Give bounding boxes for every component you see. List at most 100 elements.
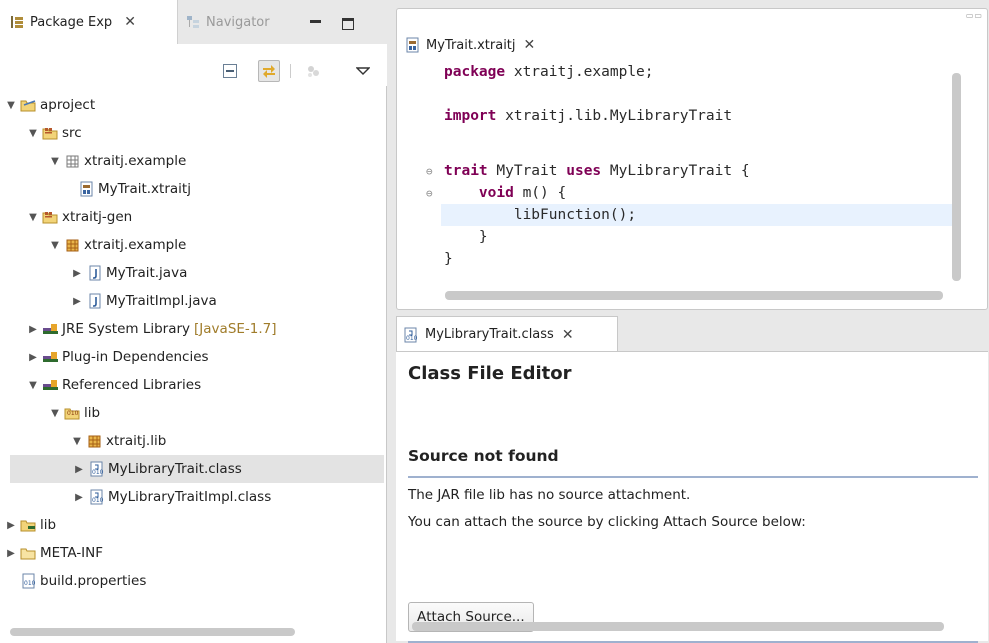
tree-item-xtraitj-gen[interactable]: ▼ xtraitj-gen <box>26 203 132 231</box>
folder-icon <box>20 517 37 533</box>
tree-item-package-xtraitj-lib[interactable]: ▼ xtraitj.lib <box>70 427 166 455</box>
collapsed-twisty-icon[interactable]: ▶ <box>72 492 86 503</box>
tree-item-label: lib <box>40 517 57 533</box>
minimize-icon[interactable] <box>310 18 322 30</box>
library-icon <box>42 349 59 365</box>
section-title: Source not found <box>408 447 559 465</box>
tree-item-mytrait-xtraitj[interactable]: MyTrait.xtraitj <box>76 175 191 203</box>
tree-item-label: lib <box>84 405 101 421</box>
package-icon <box>64 237 81 253</box>
svg-text:010: 010 <box>92 469 104 476</box>
tab-mytrait-xtraitj[interactable]: MyTrait.xtraitj ✕ <box>399 31 535 59</box>
expanded-twisty-icon[interactable]: ▼ <box>48 240 62 251</box>
xtraitj-editor: MyTrait.xtraitj ✕ ▭▭ package xtraitj.exa… <box>396 8 988 310</box>
collapsed-twisty-icon[interactable]: ▶ <box>70 296 84 307</box>
tree-item-label: src <box>62 125 82 141</box>
source-folder-icon <box>42 209 59 225</box>
tree-item-label: xtraitj.example <box>84 153 187 169</box>
collapsed-twisty-icon[interactable]: ▶ <box>70 268 84 279</box>
collapsed-twisty-icon[interactable]: ▶ <box>26 324 40 335</box>
class-file-editor-body: Class File Editor Source not found The J… <box>396 351 988 643</box>
tree-item-package-xtraitj-example-gen[interactable]: ▼ xtraitj.example <box>48 231 186 259</box>
code-line-8: } <box>397 226 957 248</box>
svg-text:010: 010 <box>406 335 418 342</box>
close-icon[interactable]: ✕ <box>524 37 536 53</box>
tree-item-build-properties[interactable]: 010 build.properties <box>18 567 146 595</box>
message-no-source: The JAR file lib has no source attachmen… <box>408 487 691 503</box>
expanded-twisty-icon[interactable]: ▼ <box>26 380 40 391</box>
expanded-twisty-icon[interactable]: ▼ <box>26 128 40 139</box>
horizontal-scrollbar[interactable] <box>10 628 295 636</box>
fold-collapse-icon[interactable]: ⊖ <box>426 187 433 200</box>
tree-item-aproject[interactable]: ▼ aproject <box>4 91 95 119</box>
svg-text:010: 010 <box>67 410 79 417</box>
current-line-highlight: libFunction(); <box>441 204 957 226</box>
code-text: xtraitj.lib.MyLibraryTrait <box>496 108 733 124</box>
code-line-5: ⊖ trait MyTrait uses MyLibraryTrait { <box>397 160 957 182</box>
tab-mylibrarytrait-class[interactable]: 010 MyLibraryTrait.class ✕ <box>396 316 618 352</box>
tree-item-label: JRE System Library <box>62 321 191 337</box>
code-text: m() { <box>513 185 567 201</box>
editor-minmax-icon[interactable]: ▭▭ <box>966 11 983 20</box>
code-text: MyTrait <box>487 163 567 179</box>
tree-item-package-xtraitj-example[interactable]: ▼ xtraitj.example <box>48 147 186 175</box>
project-icon <box>20 97 37 113</box>
toolbar-separator <box>290 64 291 78</box>
collapsed-twisty-icon[interactable]: ▶ <box>72 464 86 475</box>
keyword: void <box>478 185 514 201</box>
code-text: libFunction(); <box>444 207 637 223</box>
tab-package-explorer-label: Package Exp <box>30 14 113 30</box>
code-text: } <box>444 229 488 245</box>
close-icon[interactable]: ✕ <box>562 327 574 343</box>
tree-item-referenced-libraries[interactable]: ▼ Referenced Libraries <box>26 371 201 399</box>
collapsed-twisty-icon[interactable]: ▶ <box>4 548 18 559</box>
expanded-twisty-icon[interactable]: ▼ <box>48 156 62 167</box>
folder-icon <box>20 545 37 561</box>
tab-navigator[interactable]: Navigator <box>180 0 270 44</box>
tree-item-label: Referenced Libraries <box>62 377 202 393</box>
tree-item-label: Plug-in Dependencies <box>62 349 209 365</box>
tree-item-jre-system-library[interactable]: ▶ JRE System Library [JavaSE-1.7] <box>26 315 276 343</box>
expanded-twisty-icon[interactable]: ▼ <box>26 212 40 223</box>
editor-tab-label: MyTrait.xtraitj <box>426 37 516 53</box>
svg-text:010: 010 <box>92 497 104 504</box>
collapsed-twisty-icon[interactable]: ▶ <box>26 352 40 363</box>
package-explorer-icon <box>10 15 24 29</box>
xtraitj-file-icon <box>405 37 420 53</box>
fold-collapse-icon[interactable]: ⊖ <box>426 165 433 178</box>
code-text: } <box>444 251 453 267</box>
tree-item-lib-jar[interactable]: ▼ 010 lib <box>48 399 100 427</box>
editor-tab-label: MyLibraryTrait.class <box>425 327 554 342</box>
focus-active-task-icon[interactable] <box>302 60 324 82</box>
link-with-editor-icon[interactable] <box>258 60 280 82</box>
message-attach-hint: You can attach the source by clicking At… <box>408 514 806 530</box>
horizontal-scrollbar[interactable] <box>445 291 943 300</box>
code-line-1: package xtraitj.example; <box>397 61 957 83</box>
tree-item-mytrait-java[interactable]: ▶ MyTrait.java <box>70 259 187 287</box>
keyword: uses <box>566 163 602 179</box>
expanded-twisty-icon[interactable]: ▼ <box>70 436 84 447</box>
close-icon[interactable]: ✕ <box>124 14 136 30</box>
tree-item-lib-folder[interactable]: ▶ lib <box>4 511 56 539</box>
tab-package-explorer[interactable]: Package Exp ✕ <box>0 0 178 44</box>
jar-folder-icon: 010 <box>64 405 81 421</box>
vertical-scrollbar[interactable] <box>952 73 961 281</box>
library-icon <box>42 321 59 337</box>
tree-item-src[interactable]: ▼ src <box>26 119 82 147</box>
tree-item-plugin-dependencies[interactable]: ▶ Plug-in Dependencies <box>26 343 209 371</box>
view-menu-icon[interactable] <box>352 60 374 82</box>
view-tab-bar: Package Exp ✕ Navigator <box>0 0 387 44</box>
maximize-icon[interactable] <box>342 18 354 30</box>
java-file-icon <box>86 265 103 281</box>
expanded-twisty-icon[interactable]: ▼ <box>4 100 18 111</box>
editor-title: Class File Editor <box>408 363 572 384</box>
collapsed-twisty-icon[interactable]: ▶ <box>4 520 18 531</box>
horizontal-scrollbar[interactable] <box>412 622 944 631</box>
tree-item-mylibrarytraitimpl-class[interactable]: ▶ 010 MyLibraryTraitImpl.class <box>72 483 271 511</box>
tree-item-mytraitimpl-java[interactable]: ▶ MyTraitImpl.java <box>70 287 217 315</box>
tree-item-mylibrarytrait-class[interactable]: ▶ 010 MyLibraryTrait.class <box>10 455 384 483</box>
svg-text:010: 010 <box>24 580 36 587</box>
expanded-twisty-icon[interactable]: ▼ <box>48 408 62 419</box>
tree-item-meta-inf[interactable]: ▶ META-INF <box>4 539 103 567</box>
collapse-all-icon[interactable] <box>219 60 241 82</box>
